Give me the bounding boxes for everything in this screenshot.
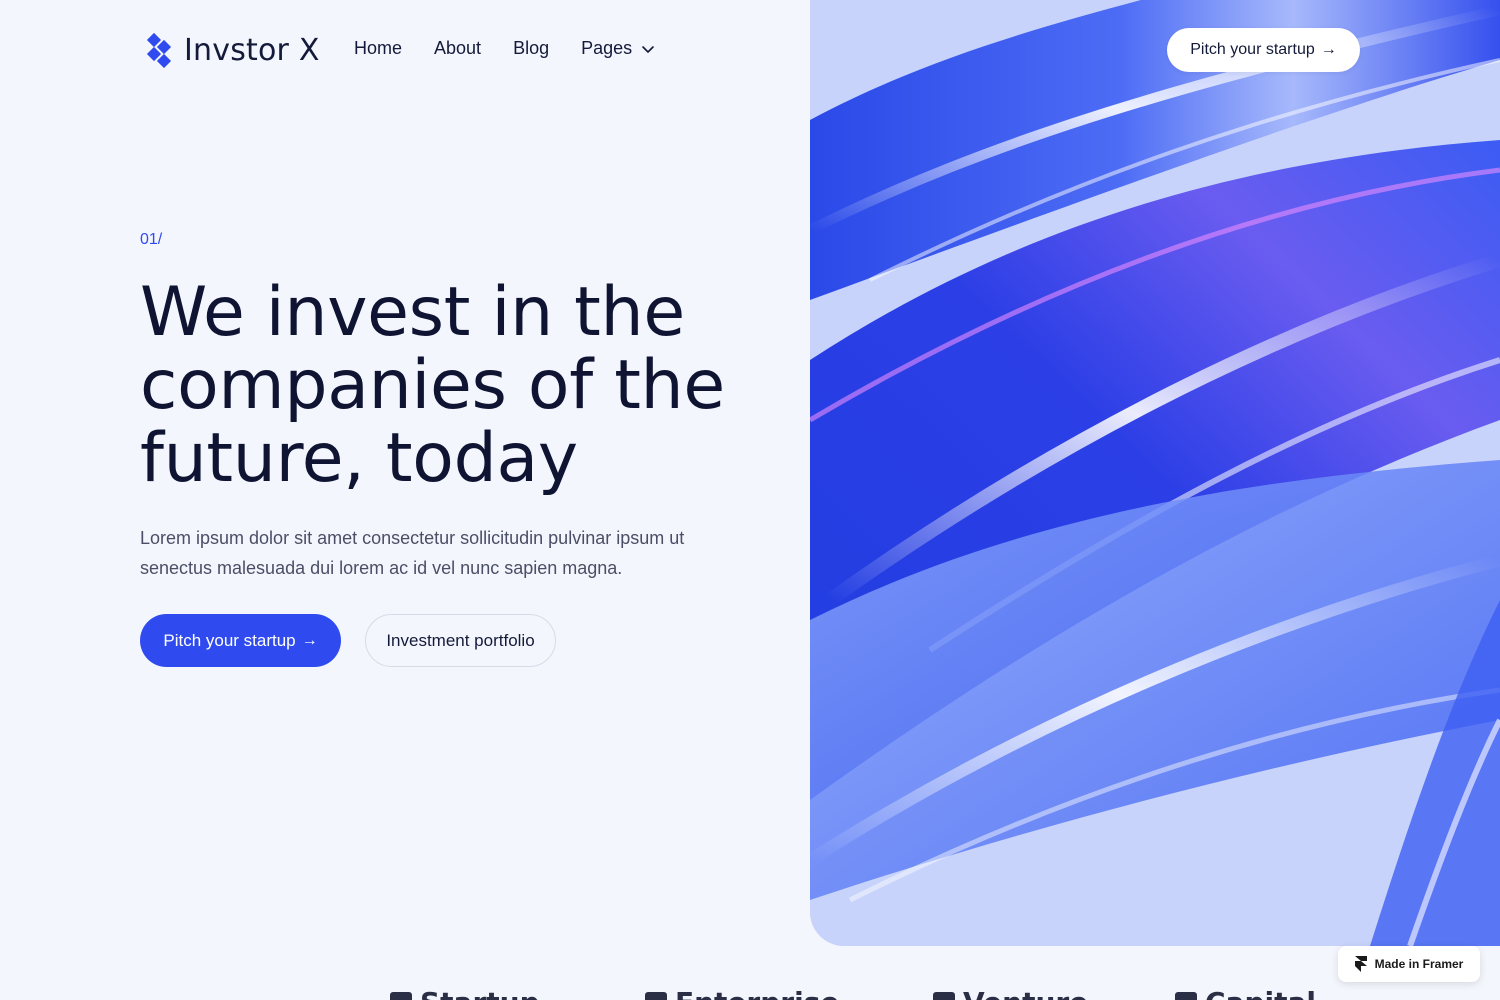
pitch-startup-label: Pitch your startup <box>163 630 296 650</box>
partner-mark-icon <box>933 991 955 1000</box>
brand-name: Invstor X <box>184 32 320 68</box>
brand-logo[interactable]: Invstor X <box>146 32 320 69</box>
pitch-startup-button[interactable]: Pitch your startup → <box>140 614 341 667</box>
partner-logo: Startup <box>390 986 540 1000</box>
partner-logo-label: Capital <box>1205 986 1316 1000</box>
nav-item-pages-label: Pages <box>581 38 633 58</box>
hero-title: We invest in the companies of the future… <box>140 273 725 498</box>
investment-portfolio-button[interactable]: Investment portfolio <box>365 614 556 667</box>
partner-mark-icon <box>1175 991 1197 1000</box>
nav-item-about[interactable]: About <box>434 38 481 59</box>
partner-logo-label: Venture <box>963 986 1088 1000</box>
partner-logo: Enterprise <box>645 986 839 1000</box>
partner-mark-icon <box>390 991 412 1000</box>
abstract-ribbons-illustration <box>810 0 1500 946</box>
partner-mark-icon <box>645 991 667 1000</box>
nav-pitch-startup-button[interactable]: Pitch your startup → <box>1167 28 1360 72</box>
section-number: 01/ <box>140 231 163 248</box>
made-in-framer-label: Made in Framer <box>1374 957 1464 971</box>
chevron-down-icon <box>642 45 654 53</box>
arrow-right-icon: → <box>1320 41 1337 58</box>
partner-logo-label: Enterprise <box>675 986 839 1000</box>
made-in-framer-badge[interactable]: Made in Framer <box>1338 946 1480 982</box>
main-nav: Home About Blog Pages <box>354 38 656 59</box>
partner-logo-label: Startup <box>420 986 540 1000</box>
hero-image <box>810 0 1500 946</box>
nav-item-pages[interactable]: Pages <box>581 38 656 59</box>
nav-pitch-startup-label: Pitch your startup <box>1190 41 1315 58</box>
nav-item-blog[interactable]: Blog <box>513 38 549 59</box>
logo-mark-icon <box>146 32 176 69</box>
partner-logo: Venture <box>933 986 1088 1000</box>
partner-logos: Startup Enterprise Venture Capital <box>140 986 1340 1000</box>
hero-subtitle: Lorem ipsum dolor sit amet consectetur s… <box>140 528 685 578</box>
partner-logo: Capital <box>1175 986 1316 1000</box>
investment-portfolio-label: Investment portfolio <box>386 630 535 650</box>
arrow-right-icon: → <box>301 631 318 649</box>
nav-item-home[interactable]: Home <box>354 38 402 59</box>
framer-logo-icon <box>1354 956 1367 972</box>
